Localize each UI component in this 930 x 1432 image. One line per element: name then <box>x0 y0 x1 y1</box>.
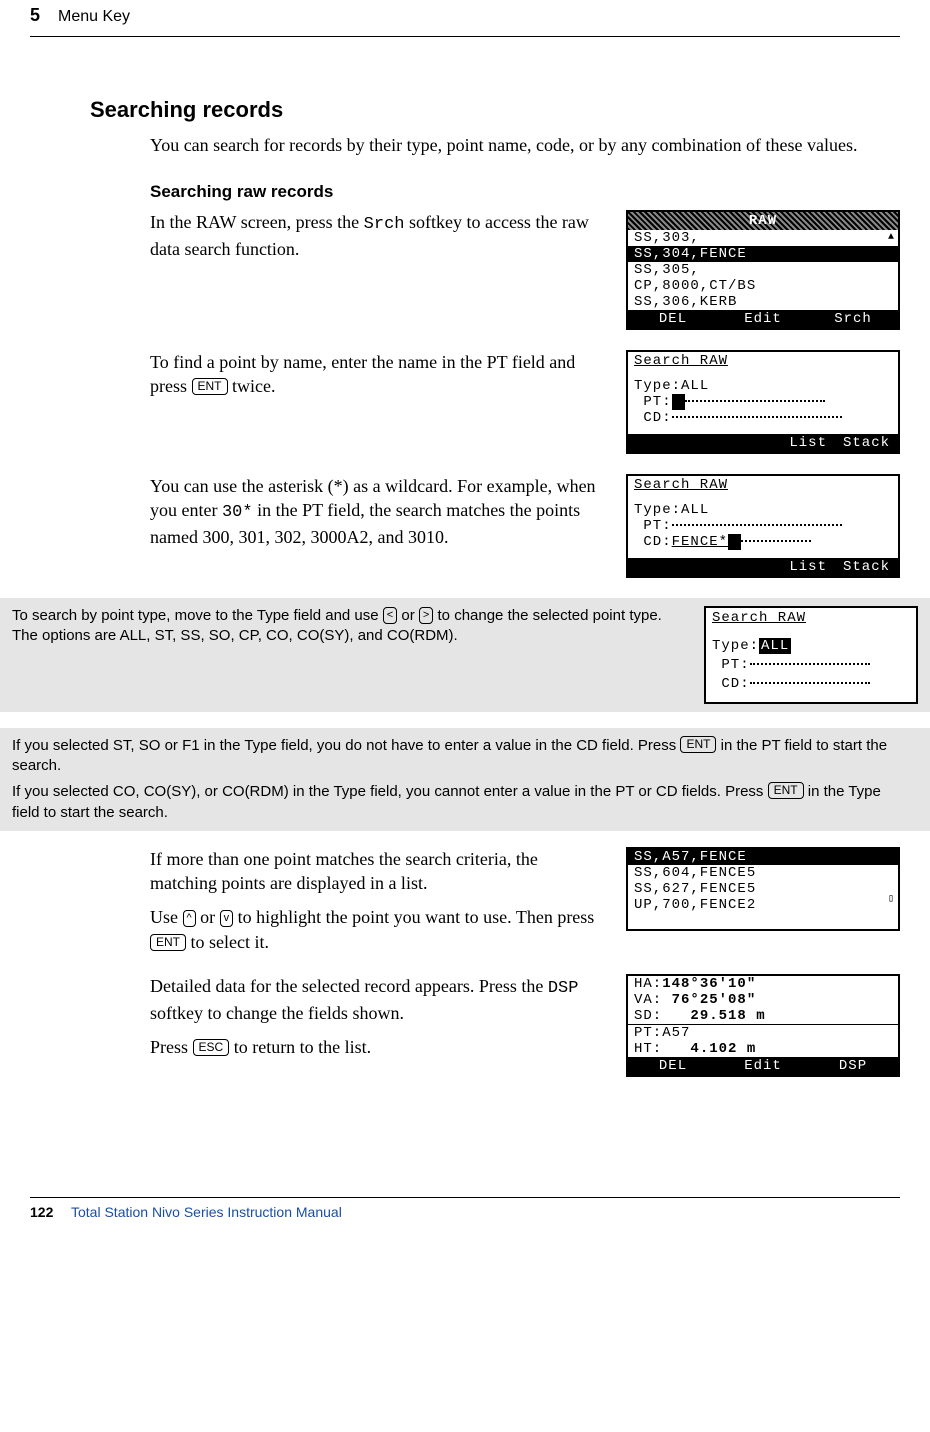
cd-input[interactable] <box>750 682 870 684</box>
left-key: < <box>383 607 397 624</box>
paragraph: If more than one point matches the searc… <box>150 847 606 954</box>
esc-key: ESC <box>193 1039 230 1056</box>
lcd-raw-list: RAW ▲ SS,303, SS,304,FENCE SS,305, CP,80… <box>626 210 900 330</box>
softkey-del[interactable]: DEL <box>628 310 718 328</box>
cd-value[interactable]: FENCE* <box>672 534 728 550</box>
down-key: v <box>220 910 234 927</box>
softkey-del[interactable]: DEL <box>628 1057 718 1075</box>
intro-text: You can search for records by their type… <box>150 133 900 158</box>
softkey-label: Srch <box>364 215 405 234</box>
lcd-search-type: Search RAW Type:ALL PT: CD: <box>704 606 918 704</box>
list-row: SS,303, <box>628 230 898 246</box>
scroll-up-icon: ▲ <box>888 232 895 243</box>
note-type-field: To search by point type, move to the Typ… <box>0 598 930 712</box>
cursor-icon <box>728 534 741 550</box>
softkey-srch[interactable]: Srch <box>808 310 898 328</box>
lcd-detail-view: HA:148°36'10" VA: 76°25'08" SD: 29.518 m… <box>626 974 900 1077</box>
list-row-selected: SS,A57,FENCE <box>628 849 898 865</box>
pt-input[interactable] <box>685 400 825 402</box>
lcd-results-list: SS,A57,FENCE SS,604,FENCE5 SS,627,FENCE5… <box>626 847 900 931</box>
page-header: 5 Menu Key <box>30 0 900 37</box>
ent-key: ENT <box>150 934 186 951</box>
pt-input[interactable] <box>672 524 842 526</box>
softkey-dsp[interactable]: DSP <box>808 1057 898 1075</box>
list-row: SS,306,KERB <box>628 294 898 310</box>
chapter-title: Menu Key <box>58 8 130 26</box>
up-key: ^ <box>183 910 196 927</box>
pt-input[interactable] <box>750 663 870 665</box>
cd-input[interactable] <box>672 416 842 418</box>
subsection-title: Searching raw records <box>150 182 900 202</box>
list-row-selected: SS,304,FENCE <box>628 246 898 262</box>
page-footer: 122 Total Station Nivo Series Instructio… <box>30 1197 900 1220</box>
page-number: 122 <box>30 1204 53 1220</box>
paragraph: You can use the asterisk (*) as a wildca… <box>150 474 606 550</box>
ent-key: ENT <box>192 378 228 395</box>
paragraph: Detailed data for the selected record ap… <box>150 974 606 1060</box>
list-row: UP,700,FENCE2 <box>628 897 898 913</box>
list-row: SS,604,FENCE5 <box>628 865 898 881</box>
wildcard-example: 30* <box>222 503 253 522</box>
lcd-title: Search RAW <box>628 476 898 494</box>
lcd-title: RAW <box>628 212 898 230</box>
note-field-rules: If you selected ST, SO or F1 in the Type… <box>0 728 930 831</box>
softkey-label: DSP <box>548 979 579 998</box>
ent-key: ENT <box>680 736 716 753</box>
softkey-edit[interactable]: Edit <box>718 1057 808 1075</box>
list-row: SS,627,FENCE5 <box>628 881 898 897</box>
softkey-list[interactable]: List <box>781 558 835 576</box>
ent-key: ENT <box>768 782 804 799</box>
lcd-search-pt: Search RAW Type:ALL PT: CD: List Stack <box>626 350 900 454</box>
lcd-title: Search RAW <box>628 352 898 370</box>
type-selected[interactable]: ALL <box>759 638 791 654</box>
list-row: CP,8000,CT/BS <box>628 278 898 294</box>
chapter-number: 5 <box>30 5 40 26</box>
list-row: SS,305, <box>628 262 898 278</box>
softkey-list[interactable]: List <box>781 434 835 452</box>
softkey-stack[interactable]: Stack <box>835 558 898 576</box>
paragraph: In the RAW screen, press the Srch softke… <box>150 210 606 261</box>
lcd-title: Search RAW <box>706 608 916 629</box>
section-title: Searching records <box>90 97 900 123</box>
scroll-indicator-icon: ▯ <box>888 893 895 905</box>
manual-title: Total Station Nivo Series Instruction Ma… <box>71 1204 342 1220</box>
right-key: > <box>419 607 433 624</box>
lcd-search-cd: Search RAW Type:ALL PT: CD:FENCE* List S… <box>626 474 900 578</box>
cursor-icon <box>672 394 685 410</box>
softkey-stack[interactable]: Stack <box>835 434 898 452</box>
softkey-edit[interactable]: Edit <box>718 310 808 328</box>
paragraph: To find a point by name, enter the name … <box>150 350 606 399</box>
